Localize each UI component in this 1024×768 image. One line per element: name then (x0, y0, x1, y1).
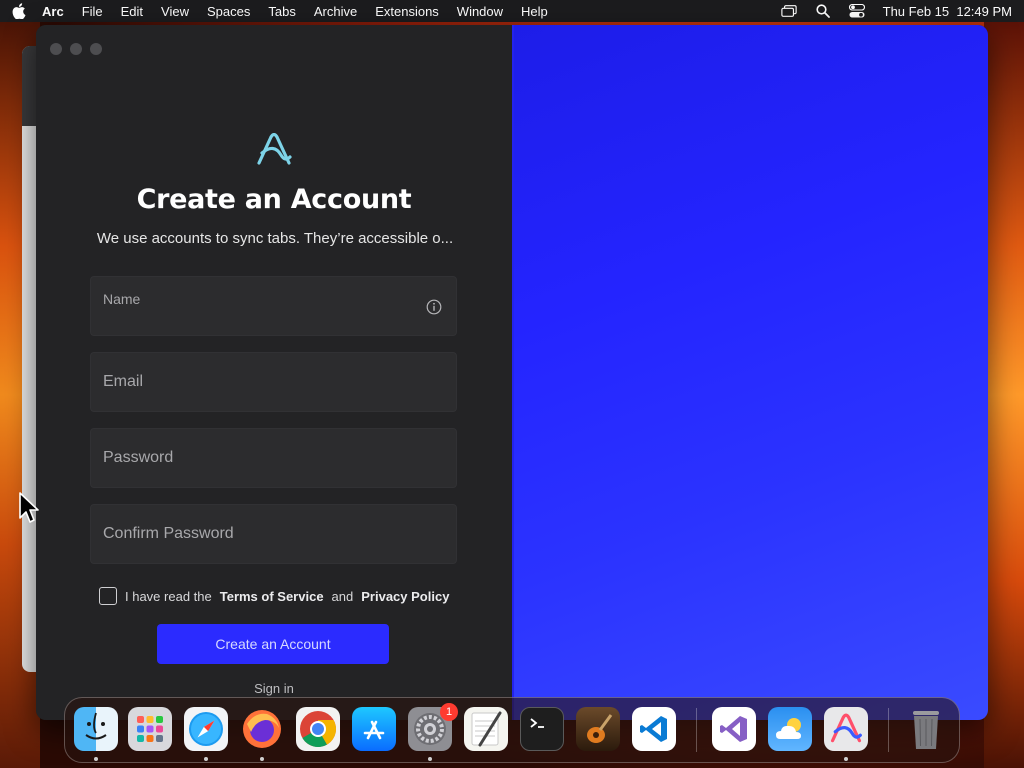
dock-system-settings-icon[interactable]: 1 (408, 703, 458, 751)
dock-weather-icon[interactable] (768, 707, 812, 751)
terms-agreement: I have read the Terms of Service and Pri… (99, 587, 449, 605)
dock-firefox-icon[interactable] (240, 707, 284, 751)
email-input[interactable] (91, 353, 456, 411)
dock-launchpad-icon[interactable] (128, 707, 172, 751)
mouse-cursor-icon (19, 492, 41, 526)
finder-running-indicator (94, 757, 98, 761)
terms-and-text: and (331, 588, 354, 604)
privacy-policy-link[interactable]: Privacy Policy (361, 589, 449, 604)
menu-edit[interactable]: Edit (121, 4, 143, 19)
dock-textedit-icon[interactable] (464, 707, 508, 751)
terms-prefix-text: I have read the (125, 588, 212, 604)
control-center-icon[interactable] (848, 4, 865, 18)
settings-notification-badge: 1 (440, 703, 458, 721)
dock-safari-icon[interactable] (184, 707, 228, 751)
minimize-button[interactable] (70, 43, 82, 55)
blue-gradient-pane (506, 25, 988, 720)
name-field[interactable]: Name (90, 276, 457, 336)
email-field[interactable] (90, 352, 457, 412)
password-input[interactable] (91, 429, 456, 487)
dock-arc-icon[interactable] (824, 707, 868, 751)
arc-running-indicator (844, 757, 848, 761)
page-title: Create an Account (136, 184, 412, 215)
settings-running-indicator (428, 757, 432, 761)
menu-window[interactable]: Window (457, 4, 503, 19)
sign-in-link[interactable]: Sign in (36, 681, 512, 696)
name-input[interactable] (91, 277, 456, 335)
dock-divider-trash (888, 708, 889, 752)
terms-of-service-link[interactable]: Terms of Service (220, 589, 324, 604)
desktop-wallpaper-right (984, 22, 1024, 768)
close-button[interactable] (50, 43, 62, 55)
confirm-password-field[interactable] (90, 504, 457, 564)
menu-help[interactable]: Help (521, 4, 548, 19)
signup-panel: Create an Account We use accounts to syn… (36, 25, 512, 720)
info-icon[interactable] (426, 299, 442, 315)
window-controls (50, 43, 102, 55)
menu-app-arc[interactable]: Arc (42, 4, 64, 19)
create-account-button[interactable]: Create an Account (157, 624, 389, 664)
firefox-running-indicator (260, 757, 264, 761)
dock-chrome-icon[interactable] (296, 707, 340, 751)
dock: 1 (64, 697, 960, 763)
zoom-button[interactable] (90, 43, 102, 55)
menu-file[interactable]: File (82, 4, 103, 19)
safari-running-indicator (204, 757, 208, 761)
dock-app-store-icon[interactable] (352, 707, 396, 751)
password-field[interactable] (90, 428, 457, 488)
dock-terminal-icon[interactable] (520, 707, 564, 751)
menu-view[interactable]: View (161, 4, 189, 19)
page-subtitle: We use accounts to sync tabs. They’re ac… (96, 230, 454, 247)
dock-vscode-icon[interactable] (632, 707, 676, 751)
menubar-clock[interactable]: Thu Feb 15 12:49 PM (883, 4, 1012, 19)
dock-trash-icon[interactable] (904, 707, 948, 751)
screen-mirroring-icon[interactable] (780, 4, 797, 18)
dock-finder-icon[interactable] (74, 707, 118, 751)
menu-tabs[interactable]: Tabs (268, 4, 295, 19)
dock-visual-studio-icon[interactable] (712, 707, 756, 751)
dock-garageband-icon[interactable] (576, 707, 620, 751)
menu-archive[interactable]: Archive (314, 4, 357, 19)
spotlight-search-icon[interactable] (815, 4, 831, 18)
arc-signup-window: Create an Account We use accounts to syn… (36, 25, 988, 720)
menu-extensions[interactable]: Extensions (375, 4, 439, 19)
menubar: Arc File Edit View Spaces Tabs Archive E… (0, 0, 1024, 22)
dock-divider (696, 708, 697, 752)
arc-logo-icon (255, 132, 293, 167)
confirm-password-input[interactable] (91, 505, 456, 563)
apple-menu-icon[interactable] (12, 3, 26, 19)
menu-spaces[interactable]: Spaces (207, 4, 250, 19)
terms-checkbox[interactable] (99, 587, 117, 605)
